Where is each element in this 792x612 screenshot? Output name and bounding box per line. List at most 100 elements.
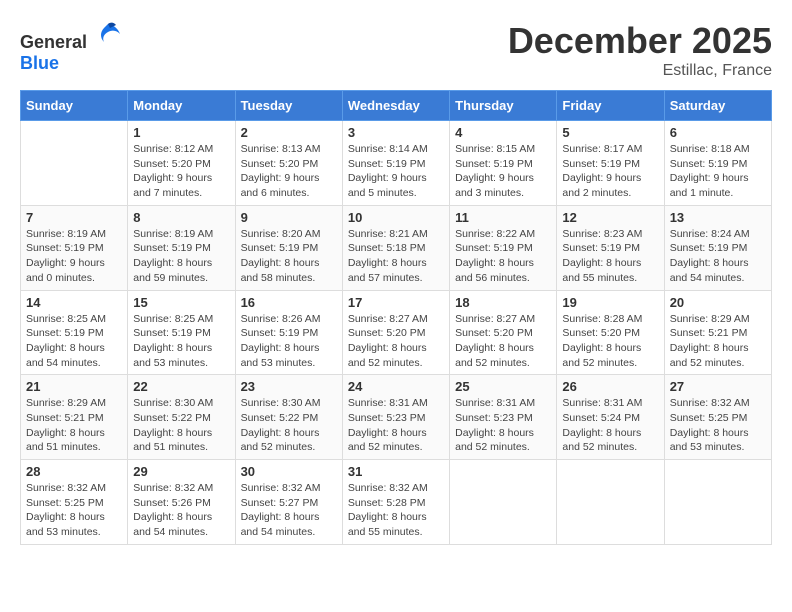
- day-number: 10: [348, 210, 444, 225]
- day-detail: Sunrise: 8:12 AMSunset: 5:20 PMDaylight:…: [133, 142, 229, 201]
- day-number: 19: [562, 295, 658, 310]
- day-detail: Sunrise: 8:30 AMSunset: 5:22 PMDaylight:…: [241, 396, 337, 455]
- calendar-cell: 18 Sunrise: 8:27 AMSunset: 5:20 PMDayligh…: [450, 290, 557, 375]
- calendar-cell: 4 Sunrise: 8:15 AMSunset: 5:19 PMDaylight…: [450, 121, 557, 206]
- calendar-week-row: 28Sunrise: 8:32 AMSunset: 5:25 PMDayligh…: [21, 460, 772, 545]
- day-detail: Sunrise: 8:23 AMSunset: 5:19 PMDaylight:…: [562, 227, 658, 286]
- calendar-cell: 21Sunrise: 8:29 AMSunset: 5:21 PMDayligh…: [21, 375, 128, 460]
- location-subtitle: Estillac, France: [508, 62, 772, 80]
- page-header: General Blue December 2025 Estillac, Fra…: [20, 20, 772, 80]
- day-number: 30: [241, 464, 337, 479]
- weekday-header-saturday: Saturday: [664, 91, 771, 121]
- calendar-cell: 7Sunrise: 8:19 AMSunset: 5:19 PMDaylight…: [21, 205, 128, 290]
- day-number: 25: [455, 379, 551, 394]
- day-detail: Sunrise: 8:32 AMSunset: 5:26 PMDaylight:…: [133, 481, 229, 540]
- calendar-cell: 3Sunrise: 8:14 AMSunset: 5:19 PMDaylight…: [342, 121, 449, 206]
- calendar-cell: 12 Sunrise: 8:23 AMSunset: 5:19 PMDayligh…: [557, 205, 664, 290]
- day-detail: Sunrise: 8:31 AMSunset: 5:23 PMDaylight:…: [348, 396, 444, 455]
- calendar-week-row: 1 Sunrise: 8:12 AMSunset: 5:20 PMDaylight…: [21, 121, 772, 206]
- day-detail: Sunrise: 8:21 AMSunset: 5:18 PMDaylight:…: [348, 227, 444, 286]
- day-number: 27: [670, 379, 766, 394]
- logo-blue-text: Blue: [20, 53, 59, 73]
- calendar-cell: 2 Sunrise: 8:13 AMSunset: 5:20 PMDaylight…: [235, 121, 342, 206]
- day-detail: Sunrise: 8:15 AMSunset: 5:19 PMDaylight:…: [455, 142, 551, 201]
- weekday-header-row: SundayMondayTuesdayWednesdayThursdayFrid…: [21, 91, 772, 121]
- day-number: 9: [241, 210, 337, 225]
- calendar-cell: 5 Sunrise: 8:17 AMSunset: 5:19 PMDaylight…: [557, 121, 664, 206]
- calendar-table: SundayMondayTuesdayWednesdayThursdayFrid…: [20, 90, 772, 545]
- day-detail: Sunrise: 8:26 AMSunset: 5:19 PMDaylight:…: [241, 312, 337, 371]
- day-number: 22: [133, 379, 229, 394]
- calendar-cell: 24Sunrise: 8:31 AMSunset: 5:23 PMDayligh…: [342, 375, 449, 460]
- calendar-cell: 11 Sunrise: 8:22 AMSunset: 5:19 PMDayligh…: [450, 205, 557, 290]
- day-number: 6: [670, 125, 766, 140]
- day-detail: Sunrise: 8:29 AMSunset: 5:21 PMDaylight:…: [26, 396, 122, 455]
- calendar-cell: 16 Sunrise: 8:26 AMSunset: 5:19 PMDayligh…: [235, 290, 342, 375]
- day-number: 14: [26, 295, 122, 310]
- day-detail: Sunrise: 8:31 AMSunset: 5:23 PMDaylight:…: [455, 396, 551, 455]
- calendar-cell: 6Sunrise: 8:18 AMSunset: 5:19 PMDaylight…: [664, 121, 771, 206]
- calendar-cell: 23Sunrise: 8:30 AMSunset: 5:22 PMDayligh…: [235, 375, 342, 460]
- day-detail: Sunrise: 8:30 AMSunset: 5:22 PMDaylight:…: [133, 396, 229, 455]
- calendar-cell: 27 Sunrise: 8:32 AMSunset: 5:25 PMDayligh…: [664, 375, 771, 460]
- day-number: 26: [562, 379, 658, 394]
- day-detail: Sunrise: 8:25 AMSunset: 5:19 PMDaylight:…: [133, 312, 229, 371]
- title-area: December 2025 Estillac, France: [508, 20, 772, 80]
- calendar-week-row: 7 Sunrise: 8:19 AMSunset: 5:19 PMDaylight…: [21, 205, 772, 290]
- day-number: 18: [455, 295, 551, 310]
- day-detail: Sunrise: 8:24 AMSunset: 5:19 PMDaylight:…: [670, 227, 766, 286]
- calendar-cell: 28Sunrise: 8:32 AMSunset: 5:25 PMDayligh…: [21, 460, 128, 545]
- calendar-cell: 30 Sunrise: 8:32 AMSunset: 5:27 PMDayligh…: [235, 460, 342, 545]
- day-detail: Sunrise: 8:17 AMSunset: 5:19 PMDaylight:…: [562, 142, 658, 201]
- calendar-week-row: 14 Sunrise: 8:25 AMSunset: 5:19 PMDayligh…: [21, 290, 772, 375]
- calendar-cell: 1 Sunrise: 8:12 AMSunset: 5:20 PMDaylight…: [128, 121, 235, 206]
- day-detail: Sunrise: 8:20 AMSunset: 5:19 PMDaylight:…: [241, 227, 337, 286]
- day-detail: Sunrise: 8:25 AMSunset: 5:19 PMDaylight:…: [26, 312, 122, 371]
- calendar-cell: 8 Sunrise: 8:19 AMSunset: 5:19 PMDaylight…: [128, 205, 235, 290]
- day-number: 16: [241, 295, 337, 310]
- calendar-cell: [21, 121, 128, 206]
- day-number: 2: [241, 125, 337, 140]
- weekday-header-wednesday: Wednesday: [342, 91, 449, 121]
- day-detail: Sunrise: 8:32 AMSunset: 5:28 PMDaylight:…: [348, 481, 444, 540]
- calendar-cell: 9 Sunrise: 8:20 AMSunset: 5:19 PMDaylight…: [235, 205, 342, 290]
- calendar-cell: 26 Sunrise: 8:31 AMSunset: 5:24 PMDayligh…: [557, 375, 664, 460]
- weekday-header-tuesday: Tuesday: [235, 91, 342, 121]
- calendar-cell: 14 Sunrise: 8:25 AMSunset: 5:19 PMDayligh…: [21, 290, 128, 375]
- calendar-cell: 17 Sunrise: 8:27 AMSunset: 5:20 PMDayligh…: [342, 290, 449, 375]
- day-detail: Sunrise: 8:22 AMSunset: 5:19 PMDaylight:…: [455, 227, 551, 286]
- calendar-cell: 19 Sunrise: 8:28 AMSunset: 5:20 PMDayligh…: [557, 290, 664, 375]
- day-detail: Sunrise: 8:19 AMSunset: 5:19 PMDaylight:…: [133, 227, 229, 286]
- day-number: 11: [455, 210, 551, 225]
- day-number: 8: [133, 210, 229, 225]
- calendar-week-row: 21Sunrise: 8:29 AMSunset: 5:21 PMDayligh…: [21, 375, 772, 460]
- day-detail: Sunrise: 8:32 AMSunset: 5:25 PMDaylight:…: [670, 396, 766, 455]
- calendar-cell: 29 Sunrise: 8:32 AMSunset: 5:26 PMDayligh…: [128, 460, 235, 545]
- calendar-cell: [450, 460, 557, 545]
- day-number: 1: [133, 125, 229, 140]
- day-detail: Sunrise: 8:29 AMSunset: 5:21 PMDaylight:…: [670, 312, 766, 371]
- logo-general-text: General: [20, 32, 87, 52]
- calendar-cell: 22 Sunrise: 8:30 AMSunset: 5:22 PMDayligh…: [128, 375, 235, 460]
- day-number: 17: [348, 295, 444, 310]
- day-detail: Sunrise: 8:28 AMSunset: 5:20 PMDaylight:…: [562, 312, 658, 371]
- day-detail: Sunrise: 8:27 AMSunset: 5:20 PMDaylight:…: [348, 312, 444, 371]
- weekday-header-sunday: Sunday: [21, 91, 128, 121]
- day-number: 12: [562, 210, 658, 225]
- day-detail: Sunrise: 8:14 AMSunset: 5:19 PMDaylight:…: [348, 142, 444, 201]
- month-title: December 2025: [508, 20, 772, 62]
- day-detail: Sunrise: 8:31 AMSunset: 5:24 PMDaylight:…: [562, 396, 658, 455]
- day-number: 4: [455, 125, 551, 140]
- day-detail: Sunrise: 8:32 AMSunset: 5:27 PMDaylight:…: [241, 481, 337, 540]
- day-detail: Sunrise: 8:27 AMSunset: 5:20 PMDaylight:…: [455, 312, 551, 371]
- day-number: 7: [26, 210, 122, 225]
- day-number: 13: [670, 210, 766, 225]
- day-number: 15: [133, 295, 229, 310]
- day-detail: Sunrise: 8:13 AMSunset: 5:20 PMDaylight:…: [241, 142, 337, 201]
- weekday-header-friday: Friday: [557, 91, 664, 121]
- day-number: 29: [133, 464, 229, 479]
- calendar-cell: 31Sunrise: 8:32 AMSunset: 5:28 PMDayligh…: [342, 460, 449, 545]
- day-number: 5: [562, 125, 658, 140]
- day-number: 20: [670, 295, 766, 310]
- day-number: 28: [26, 464, 122, 479]
